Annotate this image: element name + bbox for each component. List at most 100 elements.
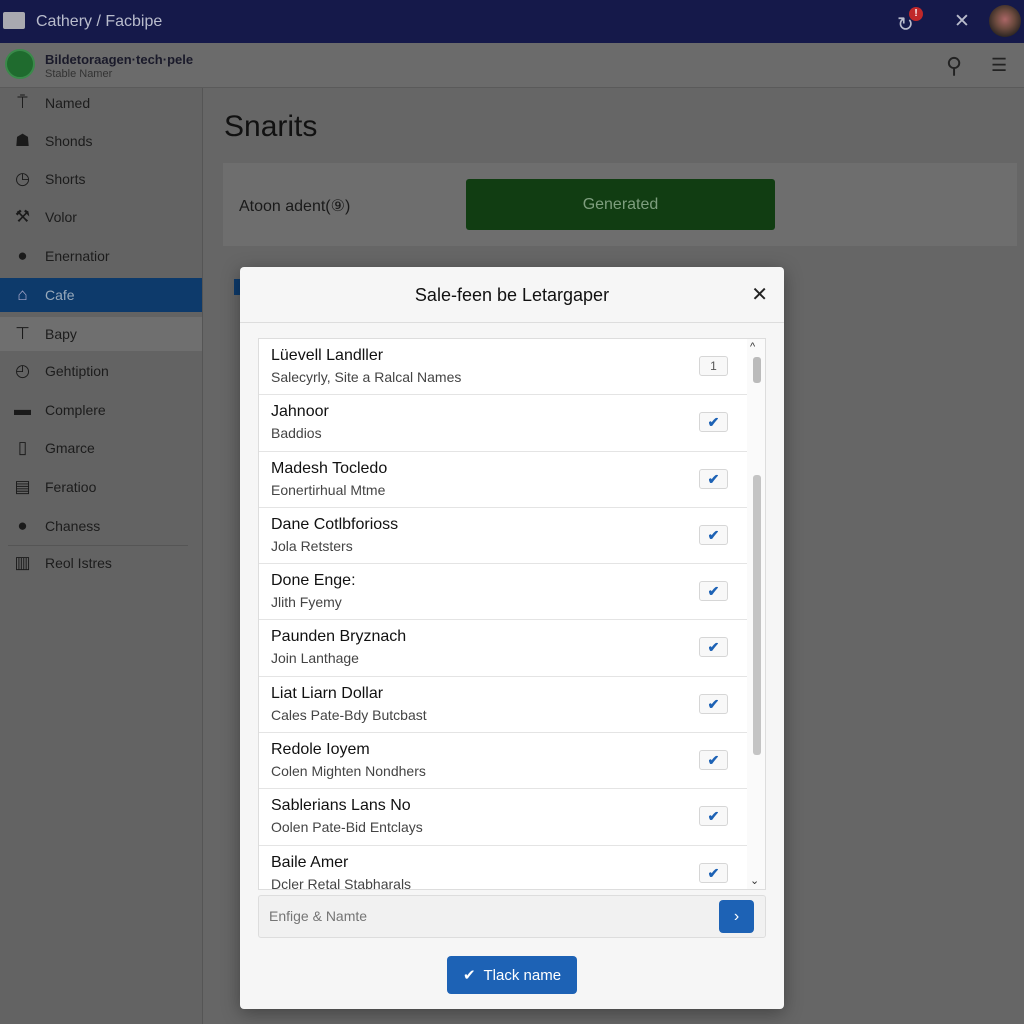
menu-icon[interactable]: ☰: [991, 55, 1007, 76]
list-item[interactable]: Baile Amer Dcler Retal Stabharals ✔: [259, 846, 747, 890]
item-subtitle: Dcler Retal Stabharals: [271, 875, 412, 890]
sidebar-item-shorts[interactable]: ◷ Shorts: [0, 162, 202, 196]
scrollbar[interactable]: ^ ⌄: [747, 339, 765, 889]
item-checkbox[interactable]: ✔: [699, 693, 728, 714]
sidebar-item-volor[interactable]: ⚒ Volor: [0, 200, 202, 234]
card-icon: ▤: [14, 477, 31, 496]
item-checkbox[interactable]: ✔: [699, 637, 728, 658]
list-item[interactable]: Redole Ioyem Colen Mighten Nondhers ✔: [259, 733, 747, 790]
sidebar-item-gehtiption[interactable]: ◴ Gehtiption: [0, 354, 202, 388]
info-icon: ●: [17, 246, 28, 265]
sidebar-item-label: Shorts: [45, 171, 86, 187]
item-name: Dane Cotlbforioss: [271, 515, 399, 533]
item-name: Done Enge:: [271, 572, 356, 590]
group-icon: ☗: [14, 131, 31, 150]
list-item[interactable]: Sablerians Lans No Oolen Pate-Bid Entclay…: [259, 789, 747, 846]
chevron-up-icon[interactable]: ^: [750, 341, 755, 353]
item-subtitle: Eonertirhual Mtme: [271, 481, 386, 498]
list-item[interactable]: Madesh Tocledo Eonertirhual Mtme ✔: [259, 452, 747, 508]
item-checkbox[interactable]: ✔: [699, 862, 728, 883]
close-icon[interactable]: ✕: [751, 282, 768, 307]
generated-button[interactable]: Generated: [466, 179, 775, 230]
scroll-thumb[interactable]: [753, 357, 761, 383]
close-icon[interactable]: ✕: [954, 10, 970, 33]
sidebar-item-label: Gehtiption: [45, 363, 109, 379]
name-entry: ›: [258, 895, 766, 938]
item-name: Jahnoor: [271, 403, 329, 421]
terminal-icon: ▬: [14, 400, 31, 419]
search-icon[interactable]: ⚲: [946, 53, 962, 79]
sidebar-item-complere[interactable]: ▬ Complere: [0, 393, 202, 427]
item-name: Redole Ioyem: [271, 741, 370, 759]
sidebar-item-label: Chaness: [45, 518, 101, 534]
sidebar-item-label: Named: [45, 95, 91, 111]
org-name: Bildetoraagen·tech·pele: [45, 52, 194, 67]
item-checkbox[interactable]: ✔: [699, 806, 728, 827]
list-item[interactable]: Jahnoor Baddios ✔: [259, 395, 747, 452]
weight-icon: ●: [17, 516, 28, 535]
item-subtitle: Baddios: [271, 425, 322, 442]
top-bar: Cathery / Facbipe ↻ ! ✕: [0, 0, 1024, 43]
item-subtitle: Cales Pate-Bdy Butcbast: [271, 706, 427, 723]
sidebar-item-label: Bapy: [45, 326, 77, 342]
list-item[interactable]: Paunden Bryznach Join Lanthage ✔: [259, 620, 747, 677]
scroll-track-highlight[interactable]: [753, 475, 761, 755]
sidebar-item-label: Feratioo: [45, 479, 97, 495]
item-name: Lüevell Landller: [271, 347, 384, 364]
item-checkbox[interactable]: 1: [699, 356, 728, 376]
action-card: Atoon adent(⑨) Generated: [223, 163, 1017, 246]
sidebar-item-label: Enernatior: [45, 248, 110, 264]
org-logo-icon: [5, 49, 35, 79]
sidebar-item-label: Cafe: [45, 287, 75, 303]
sidebar-item-named[interactable]: ⍑ Named: [0, 86, 202, 120]
sidebar-item-feratioo[interactable]: ▤ Feratioo: [0, 470, 202, 504]
dialog-title: Sale-feen be Letargaper: [414, 285, 610, 305]
item-checkbox[interactable]: ✔: [699, 581, 728, 602]
sidebar-item-shonds[interactable]: ☗ Shonds: [0, 124, 202, 158]
list-item[interactable]: Liat Liarn Dollar Cales Pate-Bdy Butcbast…: [259, 677, 747, 734]
timer-icon: ◴: [15, 361, 30, 380]
org-subtitle: Stable Namer: [45, 68, 113, 80]
list-item[interactable]: Done Enge: Jlith Fyemy ✔: [259, 564, 747, 621]
check-icon: ✔: [462, 967, 476, 984]
dialog-header: Sale-feen be Letargaper ✕: [240, 267, 784, 323]
home-icon: ⌂: [17, 285, 28, 304]
antenna-icon: ⍑: [17, 93, 28, 112]
track-name-label: Tlack name: [483, 966, 562, 984]
sidebar-item-gmarce[interactable]: ▯ Gmarce: [0, 431, 202, 465]
name-picker-dialog: Sale-feen be Letargaper ✕ Lüevell Landll…: [240, 267, 784, 1009]
sidebar-item-cafe[interactable]: ⌂ Cafe: [0, 278, 202, 312]
name-input[interactable]: [269, 908, 669, 924]
item-subtitle: Join Lanthage: [271, 650, 359, 667]
list-item[interactable]: Dane Cotlbforioss Jola Retsters ✔: [259, 508, 747, 565]
item-name: Sablerians Lans No: [271, 797, 411, 815]
sidebar-item-chaness[interactable]: ● Chaness: [0, 509, 202, 543]
sidebar-item-bapy[interactable]: ⊤ Bapy: [0, 317, 202, 351]
tool-icon: ⚒: [14, 207, 31, 226]
clock-icon: ◷: [15, 169, 30, 188]
sidebar-item-label: Reol Istres: [45, 555, 112, 571]
sidebar-item-reol-istres[interactable]: ▥ Reol Istres: [0, 546, 202, 580]
breadcrumb[interactable]: Cathery / Facbipe: [36, 13, 162, 31]
item-name: Paunden Bryznach: [271, 628, 407, 646]
sidebar-item-label: Gmarce: [45, 440, 95, 456]
item-checkbox[interactable]: ✔: [699, 750, 728, 771]
item-name: Liat Liarn Dollar: [271, 684, 384, 702]
name-list: Lüevell Landller Salecyrly, Site a Ralcal…: [258, 338, 766, 890]
item-checkbox[interactable]: ✔: [699, 524, 728, 545]
item-subtitle: Colen Mighten Nondhers: [271, 763, 426, 780]
avatar[interactable]: [989, 5, 1021, 37]
sidebar: ⍑ Named ☗ Shonds ◷ Shorts ⚒ Volor ● Enernatior ⌂ Ca…: [0, 88, 203, 1024]
item-subtitle: Jola Retsters: [271, 537, 353, 554]
sidebar-item-label: Shonds: [45, 133, 93, 149]
item-subtitle: Oolen Pate-Bid Entclays: [271, 819, 423, 836]
track-name-button[interactable]: ✔ Tlack name: [447, 956, 577, 994]
item-checkbox[interactable]: ✔: [699, 412, 728, 433]
document-icon: ▯: [17, 438, 28, 457]
app-logo-icon: [3, 12, 25, 29]
submit-arrow-button[interactable]: ›: [719, 900, 754, 933]
sidebar-item-enernatior[interactable]: ● Enernatior: [0, 239, 202, 273]
chevron-down-icon[interactable]: ⌄: [750, 874, 759, 887]
item-checkbox[interactable]: ✔: [699, 468, 728, 489]
list-item[interactable]: Lüevell Landller Salecyrly, Site a Ralcal…: [259, 339, 747, 396]
